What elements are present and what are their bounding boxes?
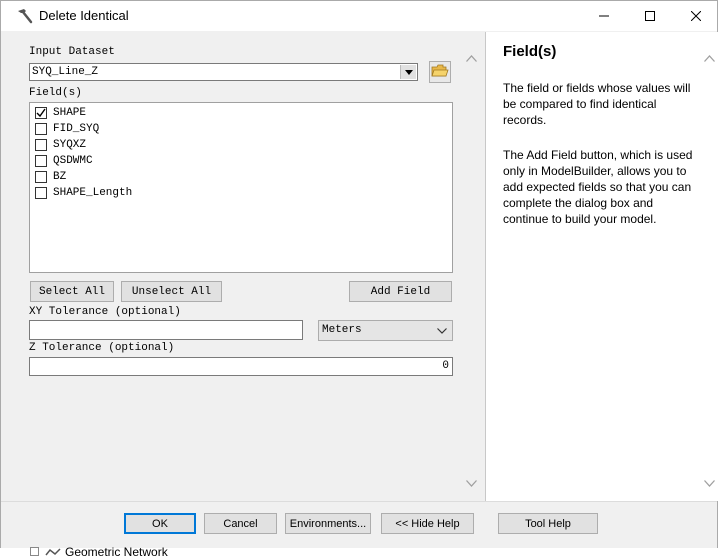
parameters-scrollbar[interactable]	[463, 32, 480, 501]
unselect-all-button[interactable]: Unselect All	[121, 281, 222, 302]
field-checkbox[interactable]	[35, 187, 47, 199]
input-dataset-label: Input Dataset	[29, 46, 115, 58]
field-name: SHAPE_Length	[53, 187, 133, 199]
input-dataset-combo[interactable]: SYQ_Line_Z	[29, 63, 418, 81]
close-button[interactable]	[673, 1, 719, 31]
dialog-window: Delete Identical Input Dataset SYQ_Line_…	[0, 0, 718, 548]
xy-units-value: Meters	[322, 324, 362, 336]
cancel-button[interactable]: Cancel	[204, 513, 277, 534]
ok-button[interactable]: OK	[124, 513, 196, 534]
scroll-down-icon[interactable]	[704, 476, 715, 490]
browse-folder-button[interactable]	[429, 61, 451, 83]
z-tolerance-label: Z Tolerance (optional)	[29, 342, 175, 354]
field-checkbox[interactable]	[35, 139, 47, 151]
scroll-up-icon[interactable]	[466, 51, 477, 65]
field-checkbox[interactable]	[35, 155, 47, 167]
field-item-bz[interactable]: BZ	[35, 169, 66, 185]
help-panel: Field(s) The field or fields whose value…	[485, 32, 702, 501]
fields-list: SHAPE FID_SYQ SYQXZ QSDWMC BZ SHAPE_Leng…	[29, 102, 453, 273]
help-paragraph: The Add Field button, which is used only…	[503, 148, 693, 226]
dialog-button-bar: OK Cancel Environments... << Hide Help T…	[1, 501, 717, 548]
field-checkbox[interactable]	[35, 107, 47, 119]
window-title: Delete Identical	[39, 8, 129, 23]
maximize-button[interactable]	[627, 1, 673, 31]
tree-item-label: Geometric Network	[65, 545, 168, 559]
background-tree-item: Geometric Network	[30, 545, 168, 559]
minimize-button[interactable]	[581, 1, 627, 31]
xy-tolerance-label: XY Tolerance (optional)	[29, 306, 181, 318]
environments-button[interactable]: Environments...	[285, 513, 371, 534]
field-name: QSDWMC	[53, 155, 93, 167]
field-checkbox[interactable]	[35, 123, 47, 135]
z-tolerance-value: 0	[442, 360, 449, 372]
help-paragraph: The field or fields whose values will be…	[503, 81, 691, 127]
field-name: SYQXZ	[53, 139, 87, 151]
field-name: BZ	[53, 171, 67, 183]
xy-tolerance-input[interactable]	[29, 320, 303, 340]
field-name: SHAPE	[53, 107, 87, 119]
tool-help-button[interactable]: Tool Help	[498, 513, 598, 534]
open-folder-icon	[431, 64, 449, 81]
hide-help-button[interactable]: << Hide Help	[381, 513, 474, 534]
select-all-button[interactable]: Select All	[30, 281, 114, 302]
fields-label: Field(s)	[29, 87, 82, 99]
field-name: FID_SYQ	[53, 123, 100, 135]
hammer-icon	[15, 7, 33, 25]
add-field-button[interactable]: Add Field	[349, 281, 452, 302]
parameters-panel: Input Dataset SYQ_Line_Z Field(s) SHAPE	[9, 32, 463, 501]
xy-units-select[interactable]: Meters	[318, 320, 453, 341]
field-item-syqxz[interactable]: SYQXZ	[35, 137, 86, 153]
scroll-up-icon[interactable]	[704, 51, 715, 65]
dropdown-arrow-icon[interactable]	[400, 65, 416, 79]
help-scrollbar[interactable]	[701, 32, 718, 501]
field-checkbox[interactable]	[35, 171, 47, 183]
field-item-fid-syq[interactable]: FID_SYQ	[35, 121, 99, 137]
title-bar: Delete Identical	[1, 1, 717, 31]
chevron-down-icon	[437, 326, 447, 338]
geometric-network-icon	[45, 545, 61, 559]
input-dataset-value: SYQ_Line_Z	[32, 66, 99, 78]
expand-icon	[30, 545, 39, 559]
z-tolerance-input[interactable]: 0	[29, 357, 453, 376]
field-item-shape-length[interactable]: SHAPE_Length	[35, 185, 132, 201]
help-title: Field(s)	[503, 43, 557, 60]
field-item-shape[interactable]: SHAPE	[35, 105, 86, 121]
scroll-down-icon[interactable]	[466, 476, 477, 490]
field-item-qsdwmc[interactable]: QSDWMC	[35, 153, 93, 169]
